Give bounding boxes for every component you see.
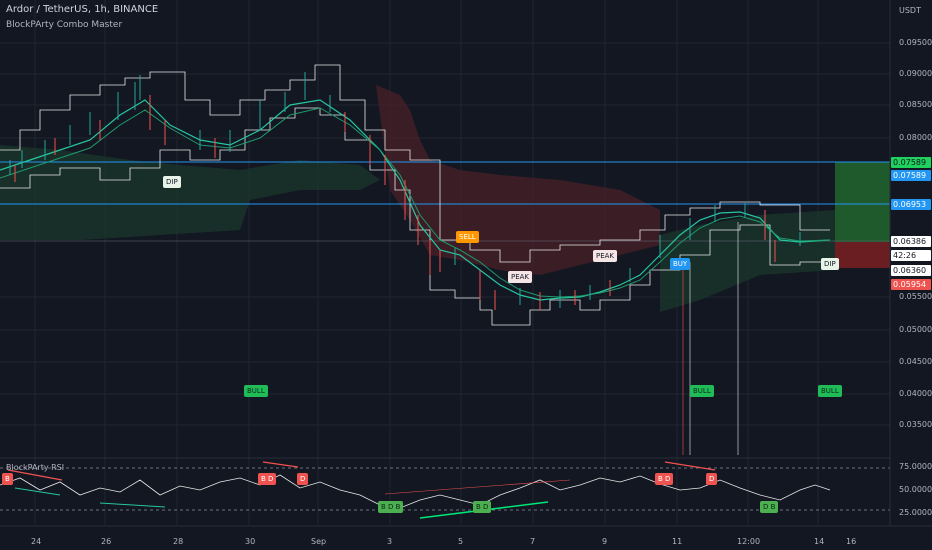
level-price-tag-2: 0.06953: [891, 199, 931, 210]
current-price-tag: 0.06386: [891, 236, 931, 247]
price-tick: 0.04500: [899, 357, 932, 366]
time-tick: 30: [245, 537, 256, 546]
price-tick: 0.05500: [899, 292, 932, 301]
rsi-title: BlockPArty RSI: [6, 463, 65, 472]
rsi-tick: 50.00000: [899, 485, 932, 494]
bull-signal[interactable]: BULL: [244, 385, 268, 397]
rsi-bull-tag[interactable]: D B: [760, 501, 779, 513]
price-tick: 0.09500: [899, 38, 932, 47]
rsi-bull-tag[interactable]: B D B: [378, 501, 404, 513]
rsi-conv-2: [99, 502, 166, 508]
chart-title: Ardor / TetherUS, 1h, BINANCE: [6, 4, 159, 15]
level-price-tag: 0.07589: [891, 170, 931, 181]
price-tick: 0.05000: [899, 325, 932, 334]
time-tick: 26: [101, 537, 112, 546]
time-tick: Sep: [311, 537, 327, 546]
rsi-tick: 25.00000: [899, 508, 932, 517]
time-tick: 14: [814, 537, 825, 546]
time-tick: 28: [173, 537, 184, 546]
indicator-name: BlockPArty Combo Master: [6, 20, 123, 30]
buy-signal[interactable]: BUY: [670, 258, 691, 270]
rsi-conv-1: [14, 487, 61, 496]
currency-badge[interactable]: USDT: [899, 6, 921, 15]
time-tick: 16: [846, 537, 857, 546]
entry-price-tag: 0.06360: [891, 265, 931, 276]
dip-signal[interactable]: DIP: [821, 258, 839, 270]
red-cloud: [376, 85, 660, 275]
countdown-tag: 42:26: [891, 250, 931, 261]
price-tick: 0.04000: [899, 389, 932, 398]
rsi-bear-tag[interactable]: D: [706, 473, 718, 485]
rsi-div-3: [664, 461, 716, 471]
price-tick: 0.09000: [899, 69, 932, 78]
tp-price-tag: 0.07589: [891, 157, 931, 168]
bull-signal[interactable]: BULL: [690, 385, 714, 397]
sell-signal[interactable]: SELL: [456, 231, 479, 243]
rsi-bear-tag[interactable]: B: [2, 473, 13, 485]
chart-area[interactable]: Ardor / TetherUS, 1h, BINANCE BlockPArty…: [0, 0, 932, 550]
stop-loss-zone: [835, 242, 890, 268]
rsi-bear-tag[interactable]: D: [297, 473, 309, 485]
time-tick: 9: [602, 537, 608, 546]
chart-canvas[interactable]: [0, 0, 932, 550]
take-profit-zone: [835, 162, 890, 242]
stop-price-tag: 0.05954: [891, 279, 931, 290]
time-tick: 5: [458, 537, 464, 546]
rsi-bear-tag[interactable]: B D: [258, 473, 277, 485]
rsi-div-2: [262, 461, 299, 468]
time-tick: 11: [672, 537, 683, 546]
time-tick: 3: [387, 537, 393, 546]
price-tick: 0.08000: [899, 133, 932, 142]
dip-signal[interactable]: DIP: [163, 176, 181, 188]
rsi-bull-tag[interactable]: B D: [473, 501, 492, 513]
rsi-bear-tag[interactable]: B D: [655, 473, 674, 485]
price-tick: 0.08500: [899, 100, 932, 109]
price-tick: 0.03500: [899, 420, 932, 429]
time-tick: 24: [31, 537, 42, 546]
rsi-tick: 75.00000: [899, 462, 932, 471]
rsi-div-4: [384, 479, 571, 495]
bull-signal[interactable]: BULL: [818, 385, 842, 397]
time-tick: 7: [530, 537, 536, 546]
time-tick: 12:00: [737, 537, 761, 546]
peak-signal[interactable]: PEAK: [593, 250, 618, 262]
peak-signal[interactable]: PEAK: [508, 271, 533, 283]
